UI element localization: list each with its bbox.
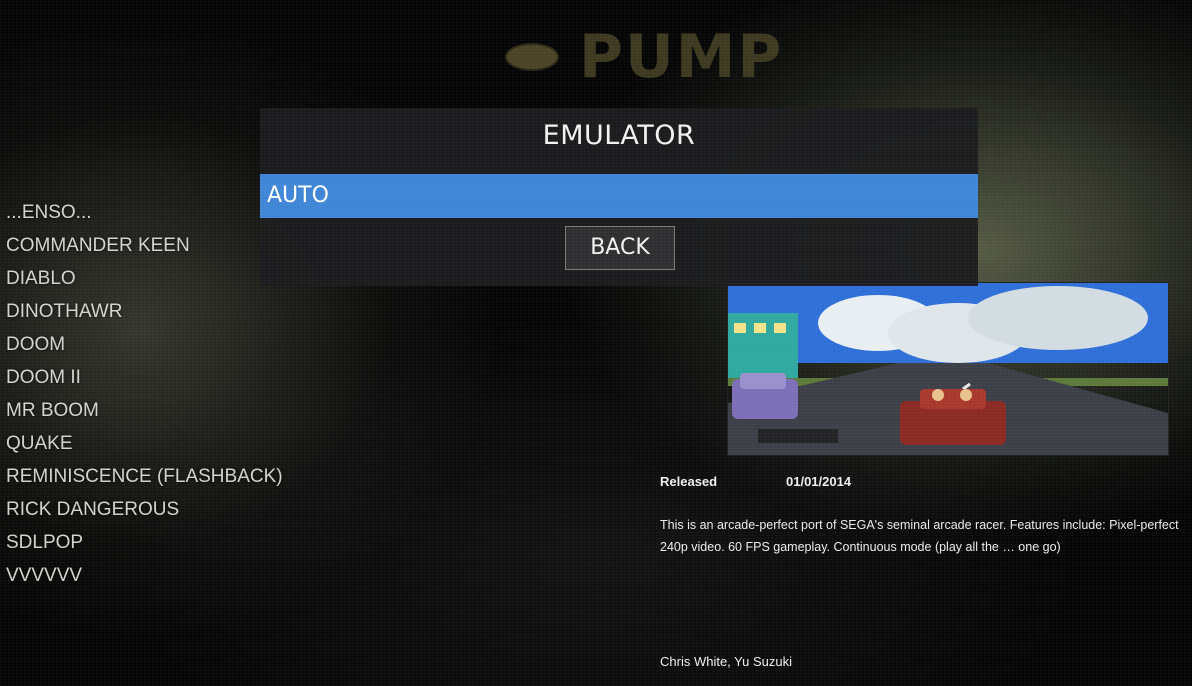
game-screenshot [727, 282, 1169, 456]
game-list-item[interactable]: VVVVVV [6, 559, 283, 592]
game-list-item[interactable]: MR BOOM [6, 394, 283, 427]
game-list: ...ENSO... COMMANDER KEEN DIABLO DINOTHA… [6, 196, 283, 592]
game-list-item[interactable]: COMMANDER KEEN [6, 229, 283, 262]
dialog-title: EMULATOR [542, 120, 696, 151]
logo-text: PUMP [579, 22, 784, 92]
game-list-item[interactable]: RICK DANGEROUS [6, 493, 283, 526]
game-developer: Chris White, Yu Suzuki [660, 654, 792, 669]
game-description: This is an arcade-perfect port of SEGA's… [660, 518, 1179, 554]
released-label: Released [660, 474, 718, 489]
game-list-item[interactable]: DOOM II [6, 361, 283, 394]
game-list-item[interactable]: DINOTHAWR [6, 295, 283, 328]
game-list-item[interactable]: DOOM [6, 328, 283, 361]
frontend-screen: PUMP ...ENSO... COMMANDER KEEN DIABLO DI… [0, 0, 1192, 686]
logo-badge-icon [505, 43, 559, 71]
game-list-item[interactable]: QUAKE [6, 427, 283, 460]
game-list-item[interactable]: DIABLO [6, 262, 283, 295]
back-button[interactable]: BACK [565, 226, 675, 270]
emulator-dialog: EMULATOR AUTO BACK [260, 108, 978, 286]
system-logo: PUMP [505, 14, 783, 100]
game-list-item[interactable]: ...ENSO... [6, 196, 283, 229]
game-screenshot-image [728, 283, 1168, 455]
game-list-item[interactable]: SDLPOP [6, 526, 283, 559]
game-list-item[interactable]: REMINISCENCE (FLASHBACK) [6, 460, 283, 493]
released-date: 01/01/2014 [786, 474, 852, 489]
emulator-option-auto[interactable]: AUTO [260, 174, 978, 218]
